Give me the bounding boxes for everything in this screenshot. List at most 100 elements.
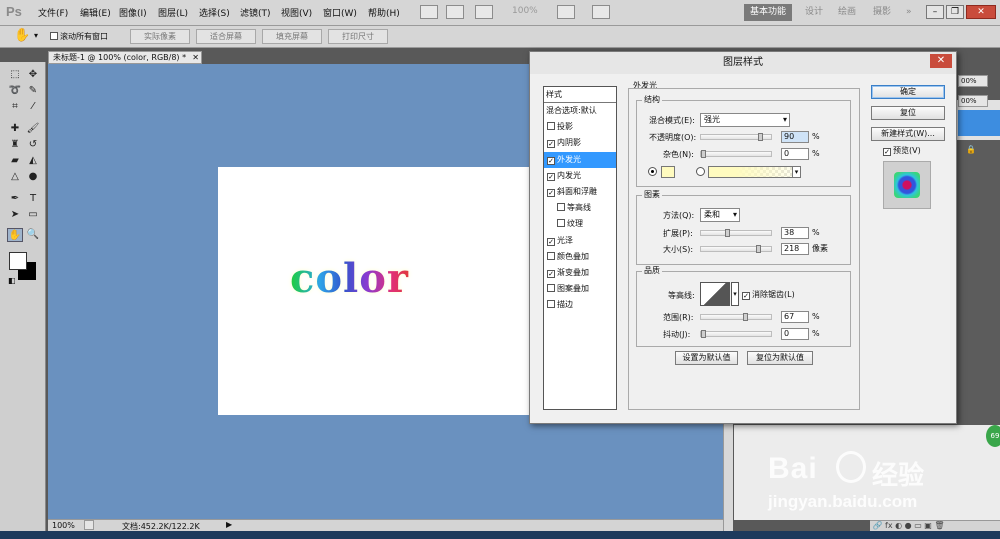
style-checkbox-icon[interactable] — [557, 219, 565, 228]
blur-tool-icon[interactable]: △ — [7, 170, 23, 184]
spread-slider[interactable] — [700, 229, 772, 237]
shape-tool-icon[interactable]: ▭ — [25, 208, 41, 222]
style-list-item[interactable]: ✓ 内阴影 — [544, 135, 616, 151]
jitter-slider-thumb[interactable] — [701, 330, 706, 338]
style-checkbox-icon[interactable] — [547, 251, 555, 260]
styles-list-header[interactable]: 样式 — [544, 87, 616, 103]
workspace-painting[interactable]: 绘画 — [832, 4, 862, 21]
menu-help[interactable]: 帮助(H) — [368, 6, 400, 20]
style-list-item[interactable]: ✓ 斜面和浮雕 — [544, 184, 616, 200]
menu-edit[interactable]: 编辑(E) — [80, 6, 111, 20]
style-checkbox-icon[interactable]: ✓ — [547, 189, 555, 197]
gradient-dropdown-chevron-down-icon[interactable]: ▾ — [792, 166, 801, 178]
dialog-close-icon[interactable]: ✕ — [930, 54, 952, 68]
paint-bucket-tool-icon[interactable]: ◭ — [25, 154, 41, 168]
close-document-icon[interactable]: ✕ — [192, 52, 199, 63]
opacity-box[interactable]: 00% — [958, 75, 988, 87]
style-list-item[interactable]: ✓ 内发光 — [544, 168, 616, 184]
hand-tool-active-icon[interactable]: ✋ — [7, 228, 23, 242]
close-app-icon[interactable]: ✕ — [966, 5, 996, 19]
move-tool-icon[interactable]: ✥ — [25, 68, 41, 82]
style-list-item[interactable]: 等高线 — [544, 200, 616, 216]
preview-check-icon[interactable]: ✓ — [883, 148, 891, 156]
gradient-radio[interactable] — [696, 167, 705, 176]
status-options-icon[interactable] — [84, 520, 94, 530]
bridge-icon[interactable] — [420, 5, 438, 19]
scroll-all-windows-checkbox[interactable]: 滚动所有窗口 — [50, 31, 108, 43]
style-checkbox-icon[interactable]: ✓ — [547, 156, 555, 165]
style-checkbox-icon[interactable]: ✓ — [547, 172, 555, 181]
size-input[interactable]: 218 — [781, 243, 809, 255]
size-slider-thumb[interactable] — [756, 245, 761, 253]
style-checkbox-icon[interactable] — [557, 203, 565, 212]
type-tool-icon[interactable]: T — [25, 192, 41, 206]
selected-layer-row[interactable] — [958, 110, 1000, 136]
solid-color-radio[interactable] — [648, 167, 657, 176]
ok-button[interactable]: 确定 — [871, 85, 945, 99]
print-size-button[interactable]: 打印尺寸 — [328, 29, 388, 44]
view-extras-icon[interactable] — [475, 5, 493, 19]
path-selection-tool-icon[interactable]: ➤ — [7, 208, 23, 222]
style-list-item[interactable]: 投影 — [544, 119, 616, 135]
style-checkbox-icon[interactable] — [547, 300, 555, 309]
status-menu-arrow-icon[interactable]: ▶ — [226, 520, 232, 529]
size-slider[interactable] — [700, 245, 772, 253]
noise-slider-thumb[interactable] — [701, 150, 706, 158]
actual-pixels-button[interactable]: 实际像素 — [130, 29, 190, 44]
checkbox-icon[interactable] — [50, 32, 58, 40]
clone-stamp-tool-icon[interactable]: ♜ — [7, 138, 23, 152]
fit-screen-button[interactable]: 适合屏幕 — [196, 29, 256, 44]
style-list-item[interactable]: ✓ 光泽 — [544, 233, 616, 249]
antialias-check-icon[interactable]: ✓ — [742, 292, 750, 300]
style-list-item[interactable]: 混合选项:默认 — [544, 103, 616, 119]
range-input[interactable]: 67 — [781, 311, 809, 323]
style-checkbox-icon[interactable] — [547, 284, 555, 293]
brush-tool-icon[interactable]: 🖌 — [25, 122, 41, 136]
contour-picker-icon[interactable] — [700, 282, 730, 306]
reset-default-button[interactable]: 复位为默认值 — [747, 351, 813, 365]
menu-image[interactable]: 图像(I) — [119, 6, 147, 20]
style-list-item[interactable]: 颜色叠加 — [544, 249, 616, 265]
noise-input[interactable]: 0 — [781, 148, 809, 160]
layers-footer-icons[interactable]: 🔗 fx ◐ ● ▭ ▣ 🗑 — [870, 520, 1000, 531]
opacity-slider-thumb[interactable] — [758, 133, 763, 141]
menu-file[interactable]: 文件(F) — [38, 6, 68, 20]
quick-mask-icon[interactable]: ◧ — [8, 276, 16, 285]
lock-icon[interactable]: 🔒 — [966, 145, 976, 154]
spread-slider-thumb[interactable] — [725, 229, 730, 237]
crop-tool-icon[interactable]: ⌗ — [7, 100, 23, 114]
marquee-tool-icon[interactable]: ⬚ — [7, 68, 23, 82]
antialias-checkbox[interactable]: ✓ 消除锯齿(L) — [739, 289, 795, 301]
opacity-slider[interactable] — [700, 133, 772, 141]
screen-mode-icon[interactable] — [592, 5, 610, 19]
blend-mode-select[interactable]: 强光 — [700, 113, 790, 127]
opacity-input[interactable]: 90 — [781, 131, 809, 143]
glow-gradient-picker[interactable] — [708, 166, 798, 178]
set-default-button[interactable]: 设置为默认值 — [675, 351, 738, 365]
pen-tool-icon[interactable]: ✒ — [7, 192, 23, 206]
dodge-tool-icon[interactable]: ● — [25, 170, 41, 184]
eraser-tool-icon[interactable]: ▰ — [7, 154, 23, 168]
menu-window[interactable]: 窗口(W) — [323, 6, 357, 20]
quick-select-tool-icon[interactable]: ✎ — [25, 84, 41, 98]
fill-box[interactable]: 00% — [958, 95, 988, 107]
healing-brush-tool-icon[interactable]: ✚ — [7, 122, 23, 136]
tool-preset-chevron-down-icon[interactable]: ▾ — [34, 31, 38, 40]
style-checkbox-icon[interactable]: ✓ — [547, 237, 555, 246]
foreground-color-swatch[interactable] — [9, 252, 27, 270]
history-brush-tool-icon[interactable]: ↺ — [25, 138, 41, 152]
noise-slider[interactable] — [700, 150, 772, 158]
style-checkbox-icon[interactable] — [547, 122, 555, 131]
reset-button[interactable]: 复位 — [871, 106, 945, 120]
hand-tool-icon[interactable]: ✋ — [14, 28, 30, 43]
menu-select[interactable]: 选择(S) — [199, 6, 230, 20]
workspace-photography[interactable]: 摄影 — [867, 4, 897, 21]
jitter-slider[interactable] — [700, 330, 772, 338]
workspace-design[interactable]: 设计 — [799, 4, 829, 21]
menu-view[interactable]: 视图(V) — [281, 6, 312, 20]
preview-checkbox[interactable]: ✓ 预览(V) — [883, 145, 921, 157]
style-list-item[interactable]: ✓ 渐变叠加 — [544, 265, 616, 281]
glow-color-swatch[interactable] — [661, 166, 675, 178]
document-tab[interactable]: 未标题-1 @ 100% (color, RGB/8) * ✕ — [48, 51, 202, 64]
style-list-item[interactable]: 图案叠加 — [544, 281, 616, 297]
